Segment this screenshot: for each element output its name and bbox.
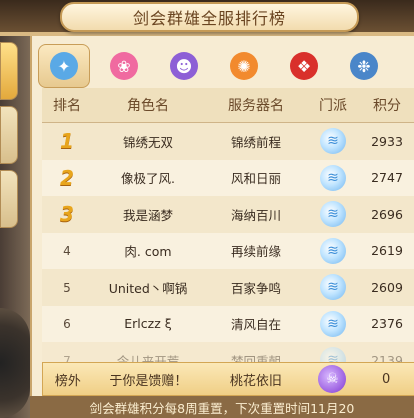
row-server: 锦绣前程: [230, 134, 281, 150]
row-server: 清风自在: [230, 317, 281, 333]
row-name: United丶啊锅: [108, 280, 188, 296]
row-name: 锦绣无双: [122, 134, 173, 150]
side-decoration: [0, 308, 30, 418]
table-row[interactable]: 3 我是涵梦 海纳百川 ≋ 2696: [42, 196, 414, 233]
dragon-emblem-icon: ❖: [290, 52, 318, 80]
row-score: 2609: [371, 279, 403, 295]
left-side-rail: [0, 36, 30, 418]
row-rank: 3: [42, 202, 92, 226]
table-row[interactable]: 5 United丶啊锅 百家争鸣 ≋ 2609: [42, 269, 414, 306]
row-server: 海纳百川: [230, 207, 281, 223]
sun-emblem-icon: ✺: [230, 52, 258, 80]
row-rank: 1: [42, 129, 92, 153]
table-row[interactable]: 4 肉. com 再续前缘 ≋ 2619: [42, 232, 414, 269]
row-name: 肉. com: [124, 244, 172, 260]
row-server: 风和日丽: [230, 171, 281, 187]
side-tab-button[interactable]: [0, 170, 18, 228]
self-server: 桃花依旧: [229, 373, 282, 389]
school-tab[interactable]: ❀: [98, 44, 150, 88]
table-row[interactable]: 1 锦绣无双 锦绣前程 ≋ 2933: [42, 123, 414, 160]
row-rank: 6: [42, 316, 92, 331]
row-school: ≋: [308, 201, 358, 228]
wave-school-icon: ≋: [320, 237, 346, 264]
ranking-panel: ✦ ❀ ☻ ✺ ❖ ❉ 排名 角色名 服务器名 门派 积分 1 锦绣无双 锦绣前程 ≋ 2933 2…: [30, 36, 414, 418]
row-rank: 5: [42, 280, 92, 295]
rank-number: 1: [60, 129, 74, 154]
table-row[interactable]: 2 像极了风. 风和日丽 ≋ 2747: [42, 159, 414, 196]
table-body[interactable]: 1 锦绣无双 锦绣前程 ≋ 2933 2 像极了风. 风和日丽 ≋ 2747 3 我是涵梦 海纳百川 ≋ 2…: [42, 123, 414, 379]
rank-number: 3: [60, 202, 74, 227]
rank-number: 5: [63, 280, 71, 295]
row-rank: 4: [42, 243, 92, 258]
wave-school-icon: ≋: [320, 164, 346, 191]
row-school: ≋: [308, 310, 358, 337]
row-score: 2747: [371, 170, 403, 186]
lotus-emblem-icon: ❀: [110, 52, 138, 80]
school-tab[interactable]: ☻: [158, 44, 210, 88]
row-name: 像极了风.: [121, 171, 175, 187]
row-score: 2376: [371, 316, 403, 332]
header-score: 积分: [373, 98, 401, 114]
blade-emblem-icon: ✦: [50, 52, 78, 80]
row-school: ≋: [308, 237, 358, 264]
self-name: 于你是馈赠！: [109, 373, 188, 389]
header-school: 门派: [319, 98, 347, 114]
table-header: 排名 角色名 服务器名 门派 积分: [42, 88, 414, 123]
row-score: 2619: [371, 243, 403, 259]
row-school: ≋: [308, 164, 358, 191]
school-tab[interactable]: ✦: [38, 44, 90, 88]
row-rank: 2: [42, 166, 92, 190]
self-rank: 榜外: [54, 373, 81, 389]
wave-school-icon: ≋: [320, 274, 346, 301]
school-tab[interactable]: ✺: [218, 44, 270, 88]
rank-number: 4: [63, 244, 71, 259]
side-tab-button[interactable]: [0, 106, 18, 164]
self-rank-row: 榜外 于你是馈赠！ 桃花依旧 ☠ 0: [42, 362, 414, 396]
wave-school-icon: ≋: [320, 201, 346, 228]
row-school: ≋: [308, 274, 358, 301]
school-tab[interactable]: ❖: [278, 44, 330, 88]
row-name: 我是涵梦: [122, 207, 173, 223]
header-server: 服务器名: [228, 98, 284, 114]
row-server: 再续前缘: [230, 244, 281, 260]
row-score: 2696: [371, 206, 403, 222]
header-name: 角色名: [127, 98, 169, 114]
reset-notice: 剑会群雄积分每8周重置，下次重置时间11月20: [30, 396, 414, 418]
school-tab[interactable]: ❉: [338, 44, 390, 88]
header-rank: 排名: [53, 98, 81, 114]
side-tab-button-active[interactable]: [0, 42, 18, 100]
school-tabs: ✦ ❀ ☻ ✺ ❖ ❉: [38, 44, 414, 88]
table-row[interactable]: 6 Erlczz ξ 清风自在 ≋ 2376: [42, 305, 414, 342]
wave-school-icon: ≋: [320, 128, 346, 155]
skull-emblem-icon: ☻: [170, 52, 198, 80]
ranking-table: 排名 角色名 服务器名 门派 积分 1 锦绣无双 锦绣前程 ≋ 2933 2 像极了风. 风和…: [42, 88, 414, 379]
row-score: 2933: [371, 133, 403, 149]
row-school: ≋: [308, 128, 358, 155]
skull-school-icon: ☠: [318, 365, 347, 393]
rank-number: 2: [60, 165, 74, 190]
wave-school-icon: ≋: [320, 310, 346, 337]
rank-number: 6: [63, 317, 71, 332]
row-name: Erlczz ξ: [124, 316, 172, 332]
row-server: 百家争鸣: [230, 280, 281, 296]
page-title: 剑会群雄全服排行榜: [60, 2, 359, 32]
self-score: 0: [382, 371, 391, 387]
crane-emblem-icon: ❉: [350, 52, 378, 80]
